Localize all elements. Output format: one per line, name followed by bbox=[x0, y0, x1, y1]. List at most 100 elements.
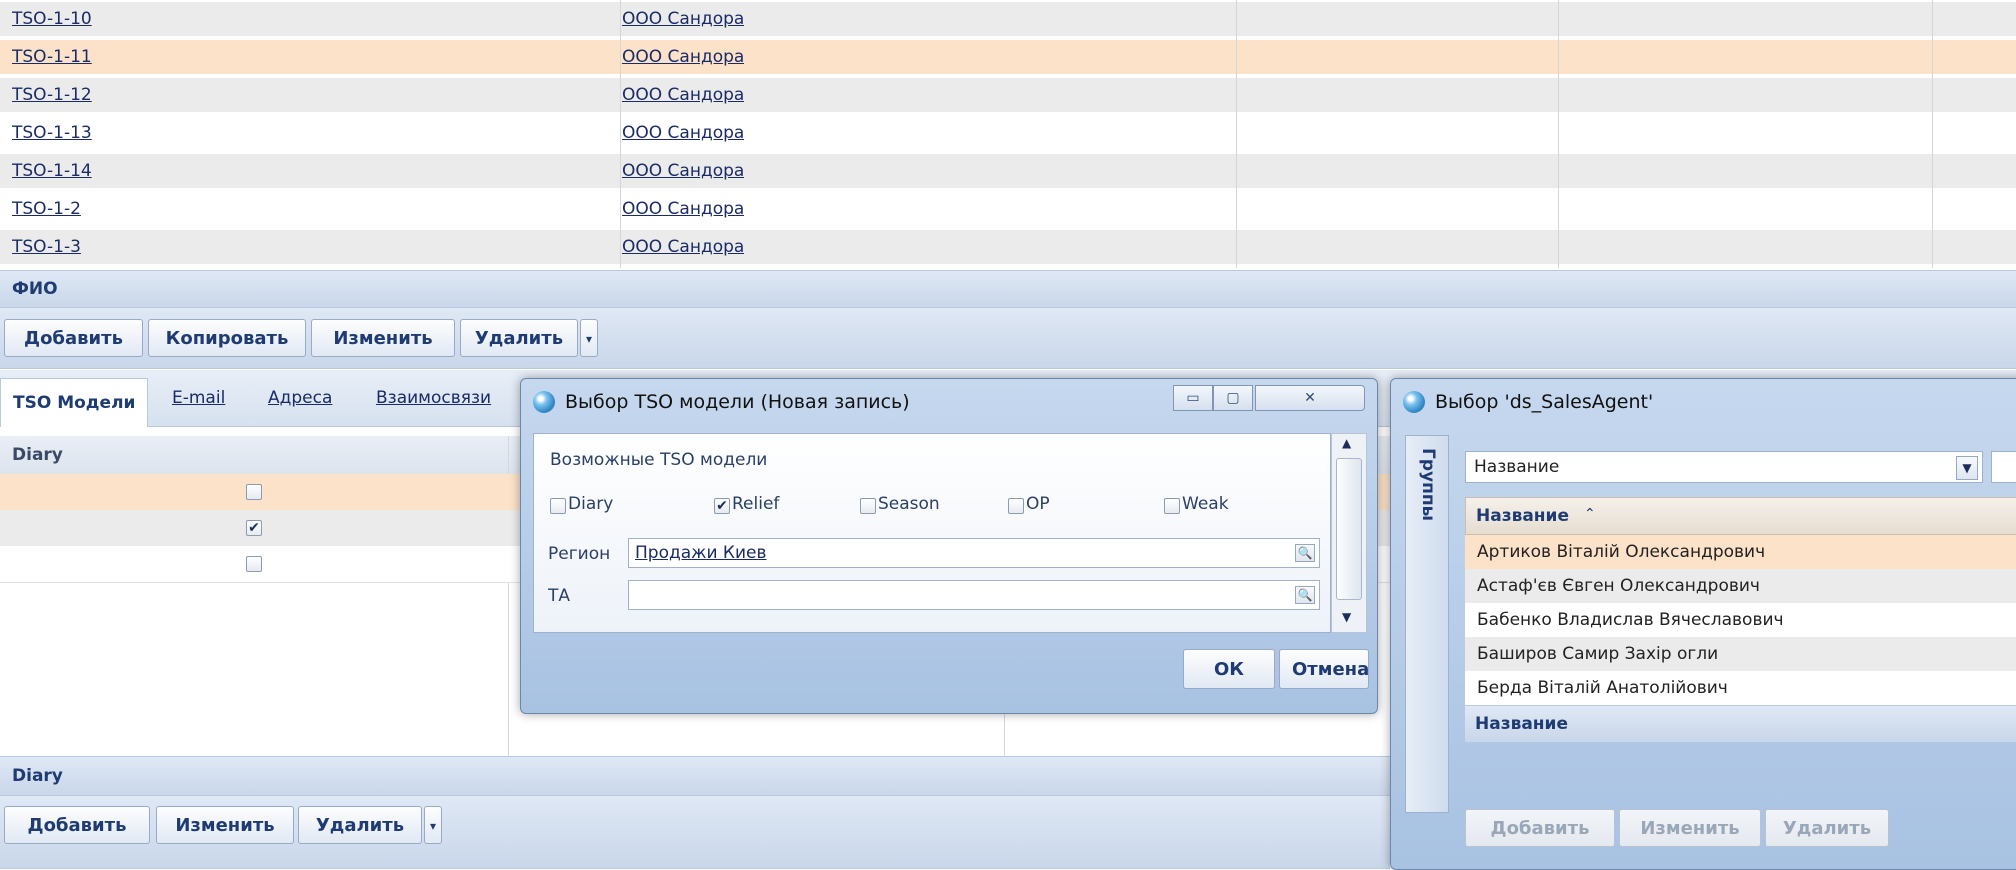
list-item[interactable]: Бабенко Владислав Вячеславович bbox=[1465, 603, 2016, 637]
add-button[interactable]: Добавить bbox=[1465, 809, 1615, 847]
tab-relations[interactable]: Взаимосвязи bbox=[376, 388, 491, 408]
company-link[interactable]: ООО Сандора bbox=[622, 154, 744, 188]
tso-code-link[interactable]: TSO-1-10 bbox=[12, 2, 92, 36]
column-header-name: Название bbox=[1476, 506, 1569, 526]
company-link[interactable]: ООО Сандора bbox=[622, 40, 744, 74]
edit-button[interactable]: Изменить bbox=[1619, 809, 1761, 847]
close-icon: ✕ bbox=[1304, 390, 1316, 406]
company-link[interactable]: ООО Сандора bbox=[622, 2, 744, 36]
column-header-diary: Diary bbox=[12, 445, 63, 465]
table-row[interactable]: TSO-1-11 ООО Сандора bbox=[0, 40, 2016, 74]
relief-checkbox[interactable] bbox=[714, 498, 730, 514]
scroll-thumb[interactable] bbox=[1336, 458, 1362, 600]
minimize-icon: ▭ bbox=[1186, 390, 1200, 406]
ok-button[interactable]: ОК bbox=[1183, 649, 1275, 689]
dialog-titlebar[interactable]: Выбор TSO модели (Новая запись) ▭ ▢ ✕ bbox=[521, 379, 1377, 423]
cancel-button[interactable]: Отмена bbox=[1279, 649, 1369, 689]
list-item[interactable]: Астаф'єв Євген Олександрович bbox=[1465, 569, 2016, 603]
close-button[interactable]: ✕ bbox=[1255, 385, 1365, 411]
delete-button[interactable]: Удалить bbox=[460, 319, 578, 357]
list-item[interactable]: Баширов Самир Захір огли bbox=[1465, 637, 2016, 671]
search-icon[interactable]: 🔍 bbox=[1295, 544, 1315, 562]
table-row[interactable]: TSO-1-14 ООО Сандора bbox=[0, 154, 2016, 188]
footer-title: Diary bbox=[12, 766, 63, 786]
edit-button[interactable]: Изменить bbox=[156, 806, 294, 844]
dialog-titlebar[interactable]: Выбор 'ds_SalesAgent' bbox=[1391, 379, 2016, 423]
table-row[interactable]: TSO-1-2 ООО Сандора bbox=[0, 192, 2016, 226]
company-link[interactable]: ООО Сандора bbox=[622, 78, 744, 112]
tso-code-link[interactable]: TSO-1-11 bbox=[12, 40, 92, 74]
diary-checkbox[interactable] bbox=[550, 498, 566, 514]
region-field[interactable]: Продажи Киев 🔍 bbox=[628, 538, 1320, 568]
tab-addresses[interactable]: Адреса bbox=[268, 388, 332, 408]
table-row[interactable]: TSO-1-12 ООО Сандора bbox=[0, 78, 2016, 112]
delete-dropdown-button[interactable]: ▾ bbox=[424, 806, 442, 844]
chevron-down-icon: ▾ bbox=[585, 332, 593, 346]
tso-code-link[interactable]: TSO-1-12 bbox=[12, 78, 92, 112]
table-row[interactable]: TSO-1-10 ООО Сандора bbox=[0, 2, 2016, 36]
diary-checkbox[interactable] bbox=[246, 484, 262, 500]
column-divider bbox=[1236, 0, 1237, 268]
tso-code-link[interactable]: TSO-1-14 bbox=[12, 154, 92, 188]
grid-footer: ФИО bbox=[0, 270, 2016, 308]
add-button[interactable]: Добавить bbox=[4, 319, 143, 357]
tso-code-link[interactable]: TSO-1-2 bbox=[12, 192, 81, 226]
diary-checkbox[interactable] bbox=[246, 556, 262, 572]
maximize-button[interactable]: ▢ bbox=[1213, 385, 1253, 411]
search-icon[interactable]: 🔍 bbox=[1295, 586, 1315, 604]
list-item[interactable]: Берда Віталій Анатолійович bbox=[1465, 671, 2016, 705]
ta-field[interactable]: 🔍 bbox=[628, 580, 1320, 610]
weak-checkbox[interactable] bbox=[1164, 498, 1180, 514]
table-row[interactable]: TSO-1-3 ООО Сандора bbox=[0, 230, 2016, 264]
list-column-header[interactable]: Название ⌃ bbox=[1465, 497, 2016, 535]
tso-code-link[interactable]: TSO-1-3 bbox=[12, 230, 81, 264]
footer-title: Название bbox=[1475, 714, 1568, 734]
minimize-button[interactable]: ▭ bbox=[1173, 385, 1213, 411]
tab-tso-models[interactable]: TSO Модели bbox=[0, 378, 149, 427]
delete-button[interactable]: Удалить bbox=[1765, 809, 1889, 847]
filter-field-select[interactable]: Название ▼ bbox=[1465, 451, 1983, 483]
season-checkbox[interactable] bbox=[860, 498, 876, 514]
table-row[interactable]: TSO-1-13 ООО Сандора bbox=[0, 116, 2016, 150]
agent-name: Берда Віталій Анатолійович bbox=[1477, 678, 1728, 698]
agent-name: Артиков Віталій Олександрович bbox=[1477, 542, 1766, 562]
groups-label: Группы bbox=[1418, 448, 1438, 521]
region-label: Регион bbox=[548, 544, 611, 564]
company-link[interactable]: ООО Сандора bbox=[622, 192, 744, 226]
ta-label: ТА bbox=[548, 586, 571, 606]
top-toolbar: Добавить Копировать Изменить Удалить ▾ bbox=[0, 308, 2016, 369]
region-value[interactable]: Продажи Киев bbox=[635, 543, 767, 563]
list-item[interactable]: Артиков Віталій Олександрович bbox=[1465, 535, 2016, 569]
column-divider bbox=[1558, 0, 1559, 268]
tso-model-dialog: Выбор TSO модели (Новая запись) ▭ ▢ ✕ Во… bbox=[520, 378, 1378, 714]
dialog-title: Выбор 'ds_SalesAgent' bbox=[1435, 391, 1654, 413]
copy-button[interactable]: Копировать bbox=[148, 319, 306, 357]
chevron-down-icon: ▾ bbox=[429, 819, 437, 833]
scroll-up-icon[interactable]: ▲ bbox=[1342, 436, 1351, 450]
tso-code-link[interactable]: TSO-1-13 bbox=[12, 116, 92, 150]
edit-button[interactable]: Изменить bbox=[311, 319, 455, 357]
chevron-down-icon[interactable]: ▼ bbox=[1956, 456, 1978, 480]
diary-checkbox[interactable] bbox=[246, 520, 262, 536]
sales-agent-dialog: Выбор 'ds_SalesAgent' Группы Название ▼ … bbox=[1390, 378, 2016, 870]
sort-ascending-icon: ⌃ bbox=[1584, 506, 1596, 522]
section-label: Возможные TSO модели bbox=[550, 450, 768, 470]
delete-button[interactable]: Удалить bbox=[298, 806, 422, 844]
delete-dropdown-button[interactable]: ▾ bbox=[580, 319, 598, 357]
company-link[interactable]: ООО Сандора bbox=[622, 116, 744, 150]
dialog-content: Возможные TSO модели Diary Relief Season… bbox=[533, 433, 1331, 633]
list-footer: Название bbox=[1465, 705, 2016, 742]
company-link[interactable]: ООО Сандора bbox=[622, 230, 744, 264]
op-checkbox[interactable] bbox=[1008, 498, 1024, 514]
column-divider bbox=[1932, 0, 1933, 268]
dialog-scrollbar[interactable]: ▲ ▼ bbox=[1331, 433, 1367, 633]
filter-text-input[interactable] bbox=[1991, 451, 2016, 483]
scroll-down-icon[interactable]: ▼ bbox=[1342, 610, 1351, 624]
agent-name: Астаф'єв Євген Олександрович bbox=[1477, 576, 1760, 596]
groups-side-tab[interactable]: Группы bbox=[1405, 435, 1449, 813]
add-button[interactable]: Добавить bbox=[4, 806, 150, 844]
lower-toolbar: Добавить Изменить Удалить ▾ bbox=[0, 796, 1390, 869]
dialog-title: Выбор TSO модели (Новая запись) bbox=[565, 391, 910, 413]
tab-email[interactable]: E-mail bbox=[172, 388, 225, 408]
app-globe-icon bbox=[533, 391, 555, 413]
